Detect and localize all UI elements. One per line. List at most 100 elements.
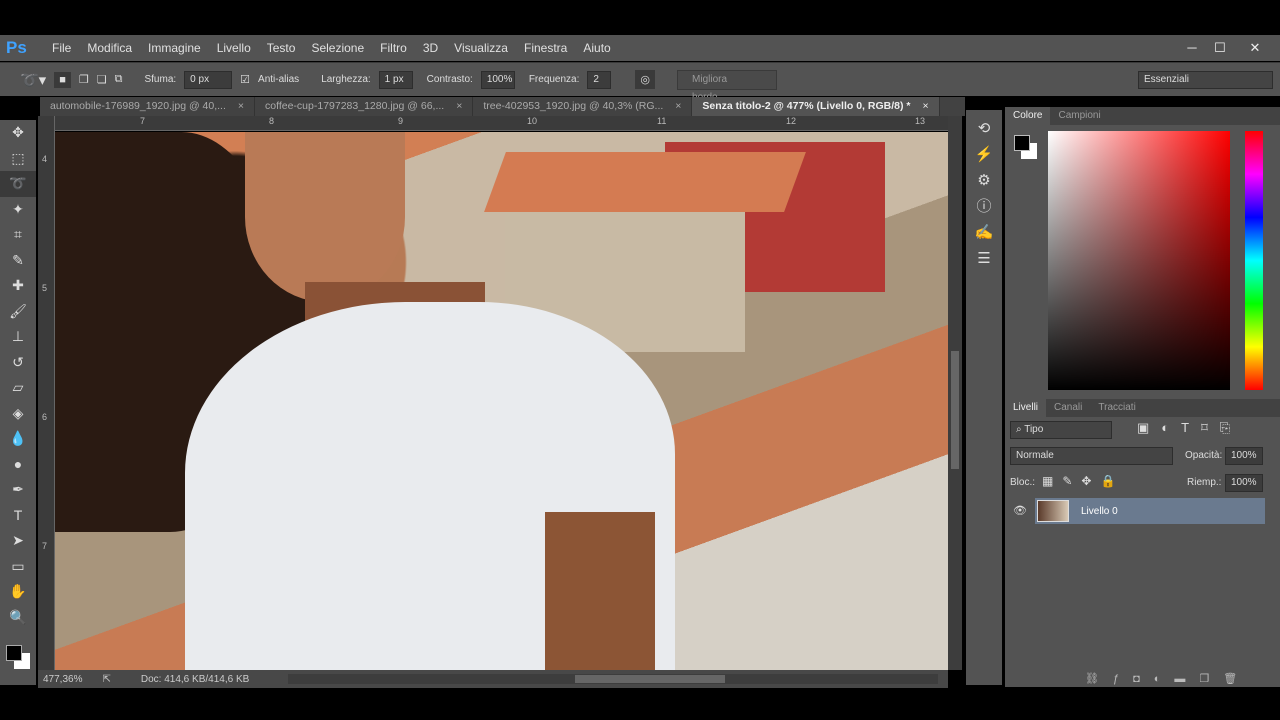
- clone-stamp-icon[interactable]: ⊥: [0, 324, 36, 350]
- vertical-ruler: 4 5 6 7: [38, 116, 55, 670]
- vertical-scrollbar[interactable]: [948, 116, 962, 670]
- lock-icons[interactable]: ▦✎✥🔒: [1042, 474, 1124, 488]
- actions-icon[interactable]: ⚡: [966, 142, 1002, 168]
- lasso-tool-icon[interactable]: ➰: [0, 171, 36, 197]
- type-tool-icon[interactable]: T: [0, 503, 36, 529]
- frequenza-input[interactable]: 2: [587, 70, 612, 89]
- move-tool-icon[interactable]: ✥: [0, 120, 36, 146]
- opacity-input[interactable]: 100%: [1225, 447, 1263, 465]
- path-selection-icon[interactable]: ➤: [0, 528, 36, 554]
- layer-name[interactable]: Livello 0: [1081, 506, 1118, 517]
- tab-tracciati[interactable]: Tracciati: [1090, 399, 1143, 417]
- document-canvas[interactable]: [55, 132, 948, 670]
- maximize-button[interactable]: ☐: [1205, 35, 1235, 61]
- close-window-button[interactable]: ✕: [1240, 35, 1270, 61]
- face: [245, 132, 405, 302]
- tab-tree[interactable]: tree-402953_1920.jpg @ 40,3% (RG... ×: [473, 97, 693, 116]
- larghezza-input[interactable]: 1 px: [378, 70, 413, 89]
- scroll-thumb[interactable]: [951, 351, 959, 469]
- menu-testo[interactable]: Testo: [259, 41, 304, 55]
- brush-presets-icon[interactable]: ✍: [966, 220, 1002, 246]
- tab-label: coffee-cup-1797283_1280.jpg @ 66,...: [265, 100, 445, 112]
- ruler-tick: 10: [527, 116, 538, 126]
- healing-brush-icon[interactable]: ✚: [0, 273, 36, 299]
- foreground-color-swatch[interactable]: [6, 645, 22, 661]
- layer-filter-icons[interactable]: ▣◐T⌑⎘: [1137, 420, 1242, 436]
- properties-icon[interactable]: ⚙: [966, 168, 1002, 194]
- menu-modifica[interactable]: Modifica: [79, 41, 140, 55]
- layer-row[interactable]: Livello 0: [1035, 498, 1265, 524]
- menu-visualizza[interactable]: Visualizza: [446, 41, 516, 55]
- hue-slider[interactable]: [1245, 131, 1263, 390]
- refine-edge-button[interactable]: Migliora bordo...: [677, 69, 778, 103]
- color-picker-field[interactable]: [1048, 131, 1230, 390]
- tab-colore[interactable]: Colore: [1005, 107, 1051, 125]
- layer-footer-icons[interactable]: ⛓ƒ◘◐▬❐🗑: [1085, 672, 1251, 685]
- layers-panel-tabs: Livelli Canali Tracciati: [1005, 399, 1280, 417]
- tab-coffee-cup[interactable]: coffee-cup-1797283_1280.jpg @ 66,... ×: [255, 97, 474, 116]
- tab-canali[interactable]: Canali: [1046, 399, 1090, 417]
- tab-automobile[interactable]: automobile-176989_1920.jpg @ 40,... ×: [40, 97, 256, 116]
- dodge-tool-icon[interactable]: ●: [0, 452, 36, 478]
- marquee-tool-icon[interactable]: ⬚: [0, 146, 36, 172]
- layer-filter-select[interactable]: ⌕ Tipo: [1010, 421, 1112, 439]
- hand-tool-icon[interactable]: ✋: [0, 579, 36, 605]
- menu-3d[interactable]: 3D: [415, 41, 446, 55]
- eraser-icon[interactable]: ▱: [0, 375, 36, 401]
- antialias-label: Anti-alias: [258, 74, 300, 85]
- tab-livelli[interactable]: Livelli: [1005, 399, 1047, 417]
- contrasto-input[interactable]: 100%: [480, 70, 515, 89]
- fg-color-swatch[interactable]: [1014, 135, 1030, 151]
- tab-campioni[interactable]: Campioni: [1050, 107, 1108, 125]
- share-icon[interactable]: ⇱: [102, 674, 110, 685]
- sfuma-input[interactable]: 0 px: [184, 70, 233, 89]
- history-brush-icon[interactable]: ↺: [0, 350, 36, 376]
- zoom-level[interactable]: 477,36%: [43, 674, 82, 685]
- options-bar: ➰▾ ■ ❐ ❏ ⧉ Sfuma: 0 px ☑ Anti-alias Larg…: [0, 62, 1280, 103]
- blur-tool-icon[interactable]: 💧: [0, 426, 36, 452]
- history-icon[interactable]: ⟲: [966, 116, 1002, 142]
- scroll-thumb[interactable]: [575, 675, 725, 683]
- blend-mode-select[interactable]: Normale: [1010, 447, 1173, 465]
- eyedropper-icon[interactable]: ✎: [0, 248, 36, 274]
- menu-immagine[interactable]: Immagine: [140, 41, 209, 55]
- menu-livello[interactable]: Livello: [209, 41, 259, 55]
- visibility-eye-icon[interactable]: 👁: [1013, 504, 1027, 517]
- close-tab-icon[interactable]: ×: [675, 97, 681, 116]
- tablet-pressure-icon[interactable]: ◎: [635, 70, 656, 89]
- ruler-tick: 12: [786, 116, 797, 126]
- layer-thumbnail: [1037, 500, 1069, 522]
- workspace-select[interactable]: Essenziali: [1138, 70, 1273, 89]
- brush-tool-icon[interactable]: 🖌: [0, 299, 36, 325]
- close-tab-icon[interactable]: ×: [922, 97, 928, 116]
- menu-file[interactable]: File: [44, 41, 79, 55]
- fill-input[interactable]: 100%: [1225, 474, 1263, 492]
- magic-wand-icon[interactable]: ✦: [0, 197, 36, 223]
- fill-label: Riemp.:: [1187, 477, 1222, 488]
- menu-finestra[interactable]: Finestra: [516, 41, 575, 55]
- close-tab-icon[interactable]: ×: [456, 97, 462, 116]
- close-tab-icon[interactable]: ×: [238, 97, 244, 116]
- roof: [484, 152, 806, 212]
- info-icon[interactable]: ⓘ: [966, 194, 1002, 220]
- menu-aiuto[interactable]: Aiuto: [575, 41, 618, 55]
- zoom-tool-icon[interactable]: 🔍: [0, 605, 36, 631]
- add-selection-icon[interactable]: ❐: [79, 73, 89, 86]
- minimize-button[interactable]: ─: [1177, 35, 1207, 61]
- crop-tool-icon[interactable]: ⌗: [0, 222, 36, 248]
- intersect-selection-icon[interactable]: ⧉: [115, 73, 123, 86]
- rectangle-tool-icon[interactable]: ▭: [0, 554, 36, 580]
- new-selection-icon[interactable]: ■: [54, 71, 71, 88]
- menu-filtro[interactable]: Filtro: [372, 41, 415, 55]
- adjustments-icon[interactable]: ☰: [966, 246, 1002, 272]
- subtract-selection-icon[interactable]: ❏: [97, 73, 107, 86]
- paint-bucket-icon[interactable]: ◈: [0, 401, 36, 427]
- pen-tool-icon[interactable]: ✒: [0, 477, 36, 503]
- ruler-tick: 7: [140, 116, 146, 126]
- antialias-checkbox[interactable]: ☑: [240, 73, 250, 86]
- tab-senza-titolo-2[interactable]: Senza titolo-2 @ 477% (Livello 0, RGB/8)…: [692, 97, 940, 116]
- photoshop-logo: Ps: [6, 38, 27, 57]
- magnetic-lasso-icon[interactable]: ➰▾: [20, 71, 46, 89]
- menu-selezione[interactable]: Selezione: [303, 41, 372, 55]
- horizontal-scrollbar[interactable]: [288, 674, 938, 684]
